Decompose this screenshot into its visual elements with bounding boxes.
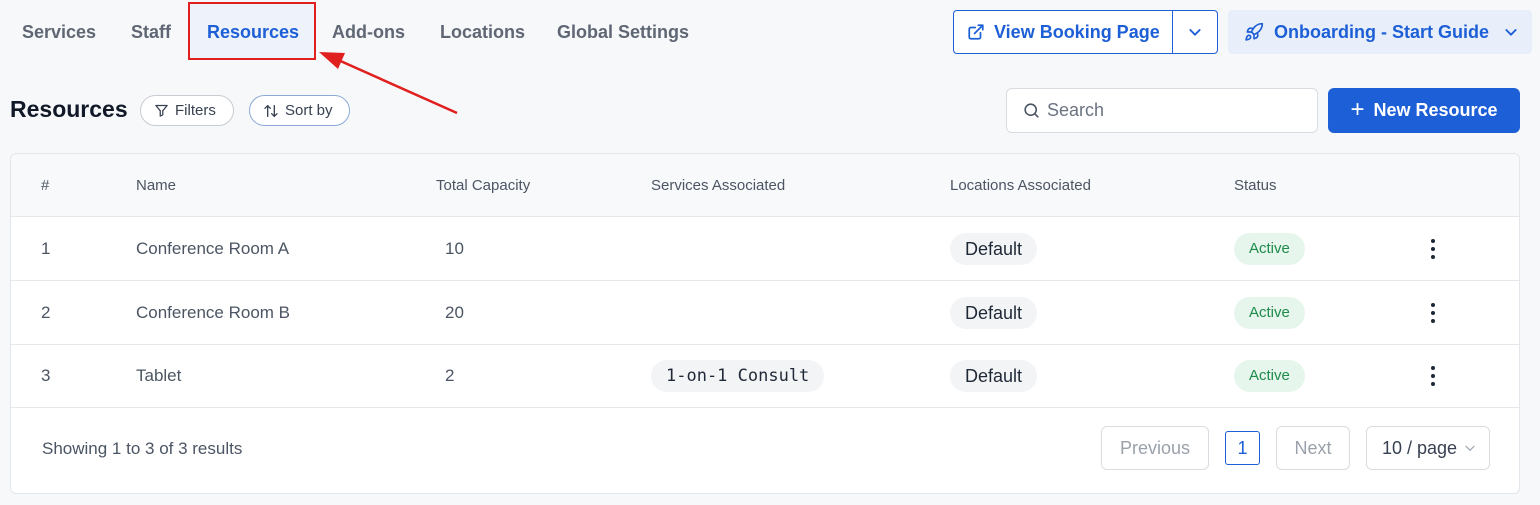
row-number: 2 [41, 303, 51, 322]
tab-staff[interactable]: Staff [131, 0, 171, 64]
resource-capacity: 20 [445, 303, 464, 322]
view-booking-page-button[interactable]: View Booking Page [954, 11, 1173, 53]
row-number: 3 [41, 366, 51, 385]
status-badge: Active [1234, 360, 1305, 392]
tab-resources[interactable]: Resources [207, 0, 299, 64]
column-header-number: # [41, 177, 50, 194]
status-badge: Active [1234, 233, 1305, 265]
search-box [1006, 88, 1318, 133]
rocket-icon [1245, 22, 1264, 41]
page-number-button[interactable]: 1 [1225, 431, 1260, 465]
tab-services[interactable]: Services [22, 0, 96, 64]
table-row[interactable]: 1 Conference Room A 10 Default Active [11, 217, 1519, 281]
chevron-down-icon [1465, 445, 1475, 451]
row-actions-menu-icon[interactable] [1423, 301, 1443, 325]
page-title: Resources [10, 96, 128, 122]
column-header-status: Status [1234, 177, 1277, 194]
location-chip: Default [950, 233, 1038, 265]
previous-page-button[interactable]: Previous [1101, 426, 1209, 470]
table-row[interactable]: 3 Tablet 2 1-on-1 Consult Default Active [11, 344, 1519, 408]
view-booking-dropdown-toggle[interactable] [1173, 11, 1217, 53]
status-badge: Active [1234, 297, 1305, 329]
page-size-value: 10 / page [1382, 437, 1458, 458]
page-size-select[interactable]: 10 / page [1366, 426, 1490, 470]
row-number: 1 [41, 239, 51, 258]
row-actions-menu-icon[interactable] [1423, 364, 1443, 388]
search-input[interactable] [1047, 100, 1307, 121]
tab-global-settings[interactable]: Global Settings [557, 0, 689, 64]
resources-table-card: # Name Total Capacity Services Associate… [10, 153, 1520, 494]
resource-name: Tablet [136, 366, 182, 385]
location-chip: Default [950, 297, 1038, 329]
onboarding-label: Onboarding - Start Guide [1274, 21, 1489, 42]
view-booking-label: View Booking Page [994, 21, 1160, 42]
resource-capacity: 10 [445, 239, 464, 258]
sort-arrows-icon [264, 104, 278, 117]
external-link-icon [968, 24, 984, 40]
chevron-down-icon [1189, 29, 1201, 36]
service-chip: 1-on-1 Consult [651, 360, 825, 392]
plus-icon: + [1350, 95, 1365, 123]
filters-button[interactable]: Filters [140, 95, 234, 126]
new-resource-label: New Resource [1373, 100, 1498, 120]
new-resource-button[interactable]: + New Resource [1328, 88, 1520, 133]
column-header-capacity: Total Capacity [436, 177, 531, 194]
sort-by-label: Sort by [285, 102, 333, 119]
resource-capacity: 2 [445, 366, 455, 385]
tab-locations[interactable]: Locations [440, 0, 525, 64]
pagination-summary: Showing 1 to 3 of 3 results [42, 439, 243, 458]
filter-icon [155, 104, 168, 117]
table-header: # Name Total Capacity Services Associate… [11, 154, 1519, 217]
tab-add-ons[interactable]: Add-ons [332, 0, 405, 64]
sort-by-button[interactable]: Sort by [249, 95, 350, 126]
view-booking-split-button: View Booking Page [953, 10, 1218, 54]
search-icon [1024, 103, 1039, 118]
column-header-services: Services Associated [651, 177, 786, 194]
chevron-down-icon [1503, 24, 1519, 40]
row-actions-menu-icon[interactable] [1423, 237, 1443, 261]
onboarding-guide-button[interactable]: Onboarding - Start Guide [1228, 10, 1532, 54]
next-page-button[interactable]: Next [1276, 426, 1350, 470]
resource-name: Conference Room B [136, 303, 291, 322]
filters-label: Filters [175, 102, 216, 119]
column-header-name: Name [136, 177, 177, 194]
column-header-locations: Locations Associated [950, 177, 1091, 194]
table-row[interactable]: 2 Conference Room B 20 Default Active [11, 281, 1519, 345]
location-chip: Default [950, 360, 1038, 392]
resource-name: Conference Room A [136, 239, 290, 258]
